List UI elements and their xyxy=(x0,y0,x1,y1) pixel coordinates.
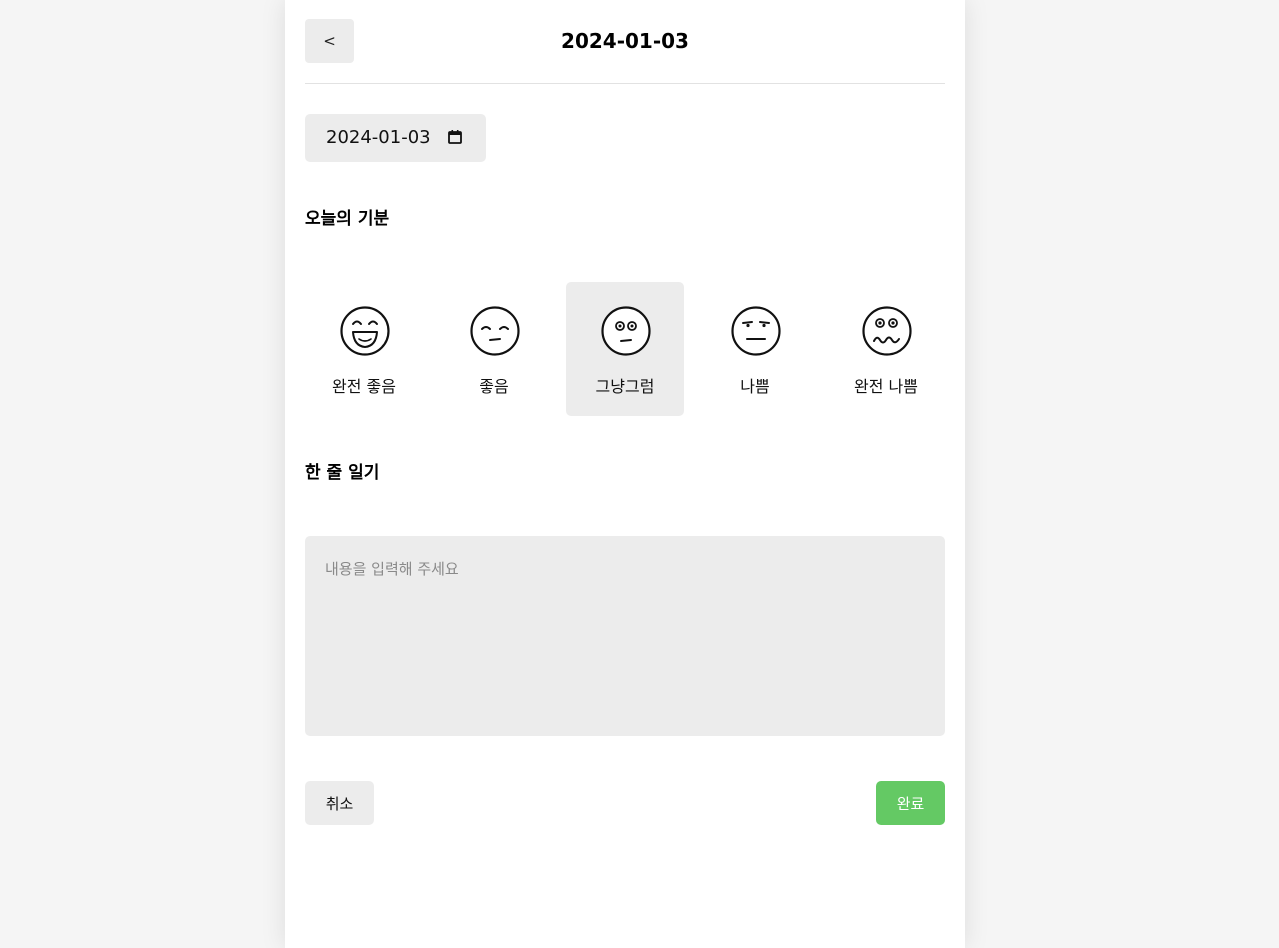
content-face-icon xyxy=(470,306,520,356)
date-input[interactable]: 2024-01-03 xyxy=(305,114,486,162)
neutral-face-icon xyxy=(601,306,651,356)
emotion-label: 그냥그럼 xyxy=(595,377,655,396)
diary-textarea[interactable] xyxy=(305,536,945,736)
diary-section-title: 한 줄 일기 xyxy=(305,463,380,483)
emotion-item-very-bad[interactable]: 완전 나쁨 xyxy=(827,282,945,416)
page-title: 2024-01-03 xyxy=(561,29,689,53)
emotion-item-good[interactable]: 좋음 xyxy=(435,282,553,416)
emotion-label: 완전 나쁨 xyxy=(854,377,918,396)
back-button[interactable]: < xyxy=(305,19,354,63)
emotion-item-very-good[interactable]: 완전 좋음 xyxy=(305,282,423,416)
very-happy-face-icon xyxy=(340,306,390,356)
emotion-section-title: 오늘의 기분 xyxy=(305,209,390,229)
emotion-item-bad[interactable]: 나쁨 xyxy=(696,282,814,416)
calendar-icon[interactable] xyxy=(448,130,462,144)
emotion-label: 나쁨 xyxy=(740,377,770,396)
diary-editor-card: < 2024-01-03 2024-01-03 오늘의 기분 완전 좋음 좋음 … xyxy=(285,0,965,948)
annoyed-face-icon xyxy=(731,306,781,356)
emotion-label: 좋음 xyxy=(479,377,509,396)
emotion-label: 완전 좋음 xyxy=(332,377,396,396)
emotion-item-neutral[interactable]: 그냥그럼 xyxy=(566,282,684,416)
distressed-face-icon xyxy=(862,306,912,356)
header: < 2024-01-03 xyxy=(305,0,945,84)
cancel-button[interactable]: 취소 xyxy=(305,781,374,825)
submit-button[interactable]: 완료 xyxy=(876,781,945,825)
date-input-value: 2024-01-03 xyxy=(326,127,431,148)
emotion-list: 완전 좋음 좋음 그냥그럼 나쁨 완전 나쁨 xyxy=(305,282,945,416)
